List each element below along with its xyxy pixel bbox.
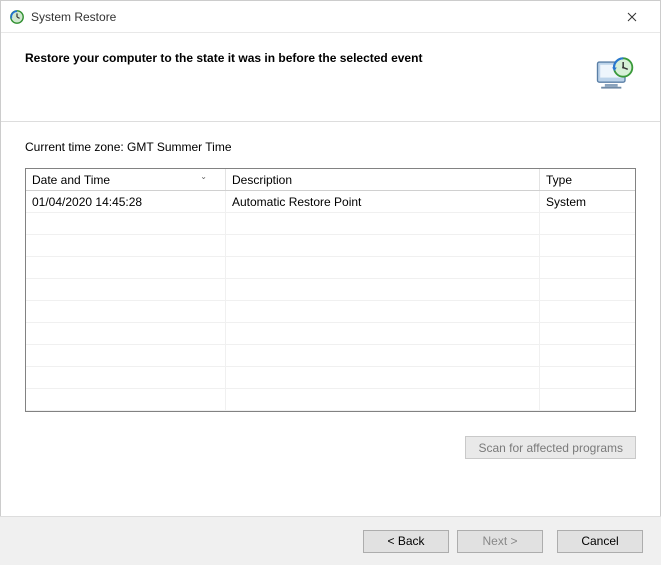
scan-row: Scan for affected programs [1,422,660,459]
scan-affected-programs-button[interactable]: Scan for affected programs [465,436,636,459]
page-heading: Restore your computer to the state it wa… [25,51,592,65]
wizard-header: Restore your computer to the state it wa… [1,33,660,122]
table-row-empty [26,235,635,257]
wizard-footer: < Back Next > Cancel [0,516,661,565]
restore-hero-icon [592,51,636,95]
cell-description: Automatic Restore Point [226,191,540,212]
column-header-description[interactable]: Description [226,169,540,190]
table-row[interactable]: 01/04/2020 14:45:28 Automatic Restore Po… [26,191,635,213]
table-row-empty [26,279,635,301]
wizard-content: Current time zone: GMT Summer Time Date … [1,122,660,422]
table-row-empty [26,323,635,345]
system-restore-icon [9,9,25,25]
cell-type: System [540,191,635,212]
close-button[interactable] [612,3,652,31]
table-header: Date and Time ⌄ Description Type [26,169,635,191]
back-button[interactable]: < Back [363,530,449,553]
column-header-label: Date and Time [32,173,110,187]
table-body: 01/04/2020 14:45:28 Automatic Restore Po… [26,191,635,411]
cancel-button[interactable]: Cancel [557,530,643,553]
window-title: System Restore [31,10,612,24]
restore-points-table: Date and Time ⌄ Description Type 01/04/2… [25,168,636,412]
table-row-empty [26,213,635,235]
titlebar: System Restore [1,1,660,33]
table-row-empty [26,257,635,279]
column-header-label: Type [546,173,572,187]
column-header-type[interactable]: Type [540,169,635,190]
column-header-datetime[interactable]: Date and Time ⌄ [26,169,226,190]
table-row-empty [26,389,635,411]
cell-datetime: 01/04/2020 14:45:28 [26,191,226,212]
sort-indicator-icon: ⌄ [200,172,207,181]
column-header-label: Description [232,173,292,187]
next-button[interactable]: Next > [457,530,543,553]
timezone-label: Current time zone: GMT Summer Time [25,140,636,154]
table-row-empty [26,345,635,367]
table-row-empty [26,301,635,323]
table-row-empty [26,367,635,389]
